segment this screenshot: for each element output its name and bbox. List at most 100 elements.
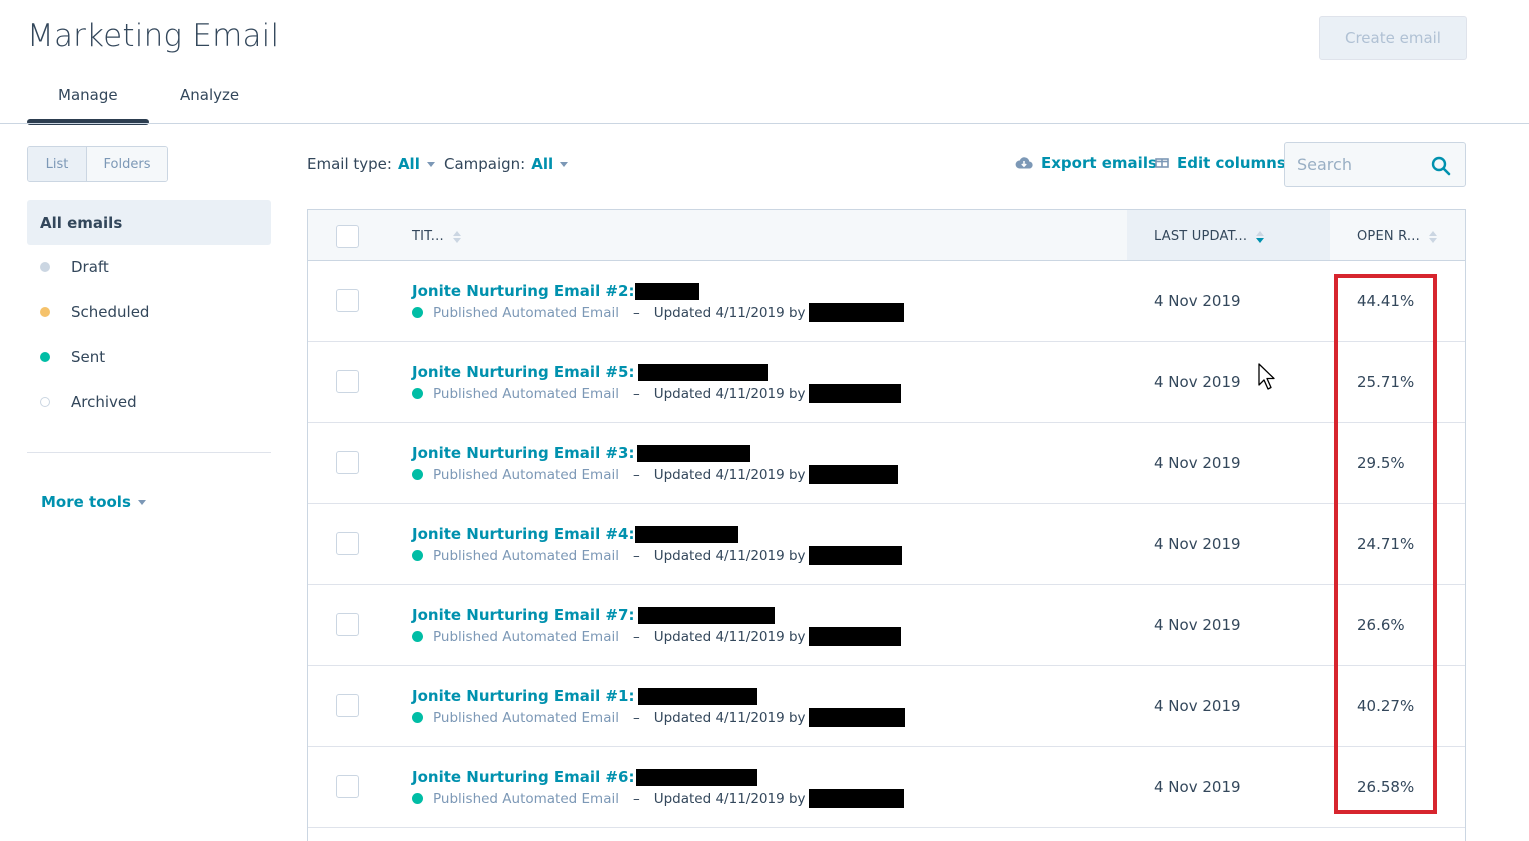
sidebar-item-draft[interactable]: Draft: [40, 257, 109, 277]
email-title-link[interactable]: Jonite Nurturing Email #4:: [412, 525, 739, 543]
redacted-block: [635, 282, 700, 300]
sidebar-item-label: Draft: [71, 258, 109, 276]
email-title-link[interactable]: Jonite Nurturing Email #7:: [412, 606, 776, 624]
last-updated-cell: 4 Nov 2019: [1154, 292, 1241, 310]
sidebar-item-all-emails[interactable]: All emails: [27, 200, 271, 245]
email-meta: Published Automated Email – Updated 4/11/2…: [412, 789, 904, 808]
folders-view-button[interactable]: Folders: [87, 147, 167, 181]
sidebar-item-scheduled[interactable]: Scheduled: [40, 302, 149, 322]
row-checkbox[interactable]: [336, 613, 359, 636]
search-input[interactable]: [1285, 143, 1425, 186]
edit-columns-button[interactable]: Edit columns: [1155, 154, 1286, 172]
sort-icon: [1428, 230, 1437, 243]
email-title-link[interactable]: Jonite Nurturing Email #3:: [412, 444, 751, 462]
open-rate-cell: 26.6%: [1357, 616, 1405, 634]
create-email-button[interactable]: Create email: [1319, 16, 1467, 60]
redacted-block: [808, 789, 904, 808]
column-header-label: OPEN R...: [1357, 229, 1420, 244]
email-meta: Published Automated Email – Updated 4/11/2…: [412, 465, 898, 484]
redacted-block: [808, 546, 902, 565]
list-view-button[interactable]: List: [28, 147, 87, 181]
draft-status-dot: [40, 262, 50, 272]
table-row: Jonite Nurturing Email #5: Published Aut…: [308, 342, 1465, 423]
sidebar-divider: [27, 452, 271, 453]
more-tools-dropdown[interactable]: More tools: [41, 493, 146, 511]
email-title-link[interactable]: Jonite Nurturing Email #1:: [412, 687, 758, 705]
open-rate-cell: 44.41%: [1357, 292, 1415, 310]
active-tab-indicator: [27, 119, 149, 125]
updated-label: Updated 4/11/2019 by: [653, 385, 806, 402]
status-label: Published Automated Email: [433, 466, 619, 483]
last-updated-cell: 4 Nov 2019: [1154, 697, 1241, 715]
tab-manage[interactable]: Manage: [58, 86, 118, 104]
row-checkbox[interactable]: [336, 694, 359, 717]
redacted-block: [808, 708, 905, 727]
published-status-dot: [412, 550, 423, 561]
export-emails-label: Export emails: [1041, 154, 1157, 172]
published-status-dot: [412, 793, 423, 804]
export-emails-button[interactable]: Export emails: [1015, 154, 1157, 172]
more-tools-label: More tools: [41, 493, 131, 511]
sidebar-item-label: Sent: [71, 348, 106, 366]
column-header-label: TIT...: [412, 229, 444, 244]
row-checkbox[interactable]: [336, 532, 359, 555]
campaign-value: All: [531, 155, 554, 173]
open-rate-cell: 26.58%: [1357, 778, 1415, 796]
tab-analyze[interactable]: Analyze: [180, 86, 239, 104]
redacted-block: [638, 606, 776, 624]
search-box: [1284, 142, 1466, 187]
table-row: Jonite Nurturing Email #2: Published Aut…: [308, 261, 1465, 342]
email-title-link[interactable]: Jonite Nurturing Email #5:: [412, 363, 769, 381]
view-toggle: List Folders: [27, 146, 168, 182]
column-header-open-rate[interactable]: OPEN R...: [1357, 229, 1437, 244]
column-header-title[interactable]: TIT...: [412, 229, 461, 244]
campaign-label: Campaign:: [444, 155, 526, 173]
status-label: Published Automated Email: [433, 547, 619, 564]
email-title-link[interactable]: Jonite Nurturing Email #2:: [412, 282, 700, 300]
row-checkbox[interactable]: [336, 451, 359, 474]
updated-label: Updated 4/11/2019 by: [653, 466, 806, 483]
table-row: Jonite Nurturing Email #7: Published Aut…: [308, 585, 1465, 666]
edit-columns-label: Edit columns: [1177, 154, 1286, 172]
scheduled-status-dot: [40, 307, 50, 317]
row-checkbox[interactable]: [336, 289, 359, 312]
sidebar-item-label: Archived: [71, 393, 137, 411]
published-status-dot: [412, 469, 423, 480]
open-rate-cell: 24.71%: [1357, 535, 1415, 553]
redacted-block: [808, 627, 901, 646]
column-header-label: LAST UPDAT...: [1154, 229, 1248, 244]
email-meta: Published Automated Email – Updated 4/11/2…: [412, 384, 901, 403]
open-rate-cell: 29.5%: [1357, 454, 1405, 472]
table-row: Jonite Nurturing Email #6: Published Aut…: [308, 747, 1465, 828]
email-type-label: Email type:: [307, 155, 392, 173]
open-rate-cell: 40.27%: [1357, 697, 1415, 715]
email-table: TIT... LAST UPDAT... OPEN R... Jonite Nu…: [307, 209, 1466, 841]
table-row: Jonite Nurturing Email #1: Published Aut…: [308, 666, 1465, 747]
redacted-block: [808, 303, 904, 322]
status-label: Published Automated Email: [433, 385, 619, 402]
campaign-filter[interactable]: Campaign: All: [444, 155, 569, 173]
chevron-down-icon: [560, 161, 569, 167]
tabs-divider: [0, 123, 1529, 124]
column-header-last-updated[interactable]: LAST UPDAT...: [1154, 229, 1265, 244]
select-all-checkbox[interactable]: [336, 225, 359, 248]
mouse-pointer-icon: [1258, 363, 1277, 395]
status-label: Published Automated Email: [433, 628, 619, 645]
cloud-download-icon: [1015, 156, 1033, 170]
sidebar-item-sent[interactable]: Sent: [40, 347, 105, 367]
email-type-filter[interactable]: Email type: All: [307, 155, 435, 173]
email-meta: Published Automated Email – Updated 4/11/2…: [412, 708, 905, 727]
table-row: Jonite Nurturing Email #4: Published Aut…: [308, 504, 1465, 585]
published-status-dot: [412, 712, 423, 723]
row-checkbox[interactable]: [336, 370, 359, 393]
email-title-link[interactable]: Jonite Nurturing Email #6:: [412, 768, 758, 786]
row-checkbox[interactable]: [336, 775, 359, 798]
redacted-block: [638, 687, 758, 705]
email-meta: Published Automated Email – Updated 4/11/2…: [412, 627, 901, 646]
last-updated-cell: 4 Nov 2019: [1154, 778, 1241, 796]
sidebar-item-archived[interactable]: Archived: [40, 392, 137, 412]
email-type-value: All: [397, 155, 420, 173]
redacted-block: [637, 444, 751, 462]
status-label: Published Automated Email: [433, 709, 619, 726]
search-icon[interactable]: [1431, 156, 1451, 180]
